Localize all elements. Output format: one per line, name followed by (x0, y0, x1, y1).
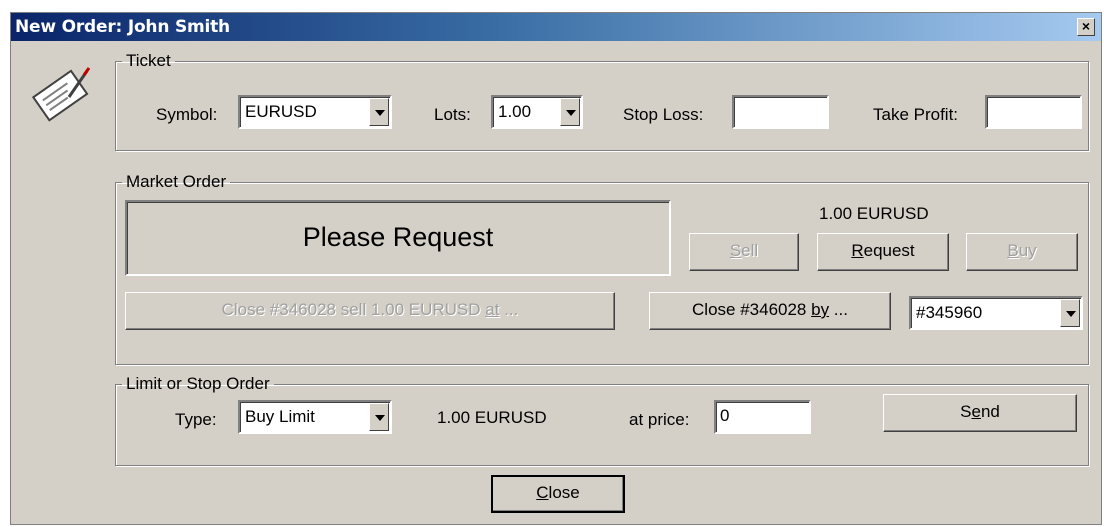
price-label: at price: (629, 410, 690, 429)
chevron-down-icon[interactable] (369, 403, 389, 431)
close-at-label: Close #346028 sell 1.00 EURUSD (221, 300, 486, 319)
price-input[interactable]: 0 (714, 400, 811, 434)
close-by-order-value: #345960 (916, 303, 983, 322)
send-button-label: S (960, 402, 972, 421)
quote-status-text: Please Request (302, 222, 494, 252)
send-button-accel: e (971, 402, 981, 421)
take-profit-input[interactable] (985, 95, 1082, 129)
request-button-label-rest: equest (863, 241, 915, 260)
request-button-accel: R (851, 241, 864, 260)
close-button-label-rest: lose (548, 483, 580, 502)
request-button[interactable]: Request (817, 233, 949, 271)
close-by-button[interactable]: Close #346028 by ... (649, 292, 891, 330)
close-by-accel: by (811, 300, 830, 319)
quote-status-panel: Please Request (125, 200, 671, 276)
close-by-order-select[interactable]: #345960 (909, 296, 1083, 330)
pending-volume-text: 1.00 EURUSD (437, 408, 547, 427)
symbol-select-value: EURUSD (245, 102, 317, 121)
lots-select-value: 1.00 (498, 102, 532, 121)
sell-button-label-rest: ell (741, 241, 759, 260)
close-window-button[interactable]: × (1077, 18, 1095, 36)
close-button-accel: C (536, 483, 549, 502)
stop-loss-input[interactable] (732, 95, 829, 129)
lots-label: Lots: (434, 105, 471, 124)
buy-button[interactable]: Buy (966, 233, 1078, 271)
take-profit-label: Take Profit: (873, 105, 959, 124)
sell-button[interactable]: Sell (689, 233, 799, 271)
ticket-legend: Ticket (126, 51, 171, 70)
chevron-down-icon[interactable] (560, 98, 580, 126)
title-bar[interactable]: New Order: John Smith × (11, 13, 1101, 41)
market-order-legend: Market Order (126, 172, 227, 191)
order-type-select[interactable]: Buy Limit (238, 400, 392, 434)
stop-loss-label: Stop Loss: (623, 105, 704, 124)
close-at-label-rest: ... (499, 300, 519, 319)
symbol-label: Symbol: (156, 105, 218, 124)
chevron-down-icon[interactable] (369, 98, 389, 126)
lots-select[interactable]: 1.00 (491, 95, 583, 129)
close-by-label-rest: ... (829, 300, 848, 319)
close-at-accel: at (485, 300, 500, 319)
close-at-button[interactable]: Close #346028 sell 1.00 EURUSD at ... (125, 292, 615, 330)
chevron-down-icon[interactable] (1060, 299, 1080, 327)
order-ticket-icon (31, 67, 91, 122)
order-type-value: Buy Limit (245, 407, 315, 426)
send-button[interactable]: Send (883, 394, 1077, 432)
send-button-label-rest: nd (980, 402, 1000, 421)
sell-button-accel: S (729, 241, 742, 260)
dialog-title: New Order: John Smith (15, 17, 230, 37)
buy-button-label-rest: uy (1018, 241, 1037, 260)
market-volume-text: 1.00 EURUSD (819, 204, 929, 223)
pending-order-legend: Limit or Stop Order (126, 374, 270, 393)
buy-button-accel: B (1007, 241, 1019, 260)
close-by-label: Close #346028 (692, 300, 812, 319)
symbol-select[interactable]: EURUSD (238, 95, 392, 129)
close-button[interactable]: Close (491, 475, 625, 513)
order-type-label: Type: (175, 410, 217, 429)
new-order-dialog: New Order: John Smith × Ticket Symbol: E… (10, 12, 1102, 525)
